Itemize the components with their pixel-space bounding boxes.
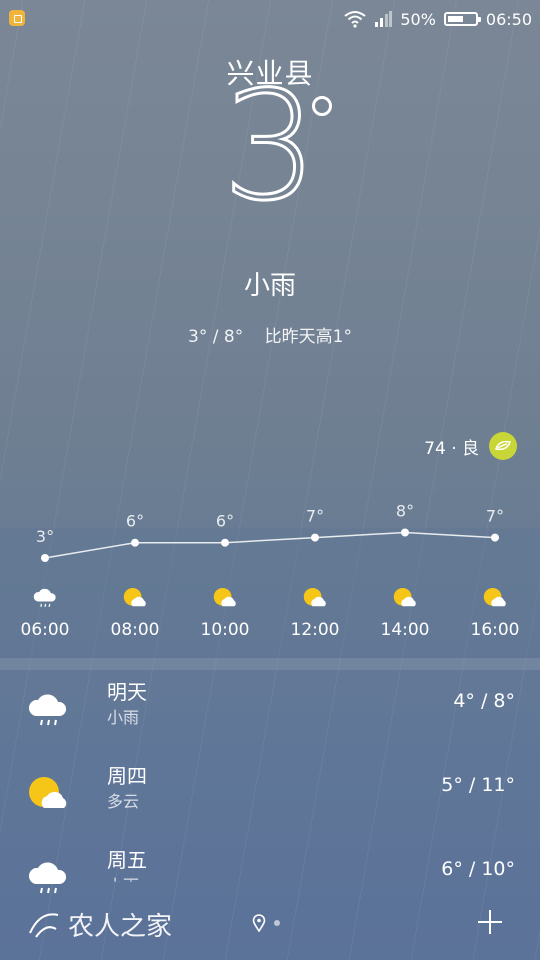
hourly-temperature-chart: 3° 6° 6° 7° 8° 7° (36, 502, 504, 562)
status-bar: 50% 06:50 (0, 0, 540, 38)
rain-cloud-icon (32, 586, 58, 610)
daily-forecast-row[interactable]: 明天 小雨 4° / 8° (0, 672, 540, 752)
hourly-temperature-point (311, 533, 319, 542)
hourly-temperature-point (41, 554, 49, 562)
hourly-item: 16:00 (450, 586, 540, 640)
add-city-button[interactable] (478, 910, 502, 934)
signal-icon (375, 11, 393, 27)
day-condition: 多云 (107, 792, 140, 811)
day-name: 明天 (107, 680, 147, 704)
hourly-temperature-label: 7° (306, 507, 324, 526)
hourly-item: 06:00 (0, 586, 90, 640)
partly-cloudy-icon (392, 586, 418, 610)
day-condition: 小雨 (107, 708, 140, 727)
hourly-temperature-label: 6° (216, 512, 234, 531)
hourly-item: 12:00 (270, 586, 360, 640)
hourly-time: 12:00 (290, 620, 340, 640)
hourly-item: 08:00 (90, 586, 180, 640)
location-pin-icon[interactable] (252, 914, 266, 932)
hourly-temperature-line (44, 531, 496, 559)
partly-cloudy-icon (122, 586, 148, 610)
day-temperature-range: 5° / 11° (441, 774, 515, 796)
rain-cloud-icon (26, 858, 70, 898)
today-range: 3° / 8° (188, 327, 244, 347)
clock: 06:50 (485, 9, 532, 29)
today-summary: 3° / 8° 比昨天高1° (0, 322, 540, 347)
hourly-temperature-label: 6° (126, 512, 144, 531)
hourly-temperature-point (401, 528, 409, 537)
hourly-temperature-point (131, 538, 139, 547)
hourly-item: 10:00 (180, 586, 270, 640)
watermark: 农人之家 (26, 906, 172, 943)
aqi-indicator[interactable]: 74 · 良 (424, 432, 517, 460)
hourly-time: 10:00 (200, 620, 250, 640)
day-name: 周五 (107, 848, 147, 872)
battery-percent: 50% (400, 9, 436, 29)
hourly-temperature-point (491, 533, 499, 542)
page-indicator-dot (274, 920, 280, 926)
watermark-logo-icon (29, 912, 59, 938)
wifi-icon (344, 11, 366, 28)
hourly-temperature-label: 3° (36, 527, 54, 546)
current-condition: 小雨 (243, 271, 296, 301)
partly-cloudy-icon (482, 586, 508, 610)
day-temperature-range: 6° / 10° (441, 858, 515, 880)
day-name: 周四 (107, 764, 147, 788)
battery-icon (443, 12, 481, 26)
partly-cloudy-icon (26, 774, 70, 814)
hourly-time: 08:00 (110, 620, 160, 640)
aqi-value: 74 · 良 (424, 438, 479, 459)
day-temperature-range: 4° / 8° (453, 690, 515, 712)
partly-cloudy-icon (302, 586, 328, 610)
hourly-temperature-label: 8° (396, 502, 414, 521)
day-condition: 小雨 (107, 876, 140, 895)
hourly-temperature-point (221, 538, 229, 547)
leaf-icon (489, 432, 517, 460)
hourly-time: 16:00 (470, 620, 520, 640)
rain-cloud-icon (26, 690, 70, 730)
daily-forecast-row[interactable]: 周四 多云 5° / 11° (0, 756, 540, 836)
notification-app-icon (9, 10, 25, 26)
hourly-time: 14:00 (380, 620, 430, 640)
compare-yesterday: 比昨天高1° (264, 327, 352, 347)
partly-cloudy-icon (212, 586, 238, 610)
section-divider (0, 658, 540, 670)
status-right: 50% 06:50 (344, 8, 532, 30)
watermark-text: 农人之家 (68, 912, 173, 942)
degree-symbol (312, 96, 332, 116)
hourly-time: 06:00 (20, 620, 70, 640)
bottom-bar: 农人之家 (0, 900, 540, 960)
hourly-item: 14:00 (360, 586, 450, 640)
current-temperature: 3 (221, 60, 319, 234)
hourly-temperature-label: 7° (486, 507, 504, 526)
